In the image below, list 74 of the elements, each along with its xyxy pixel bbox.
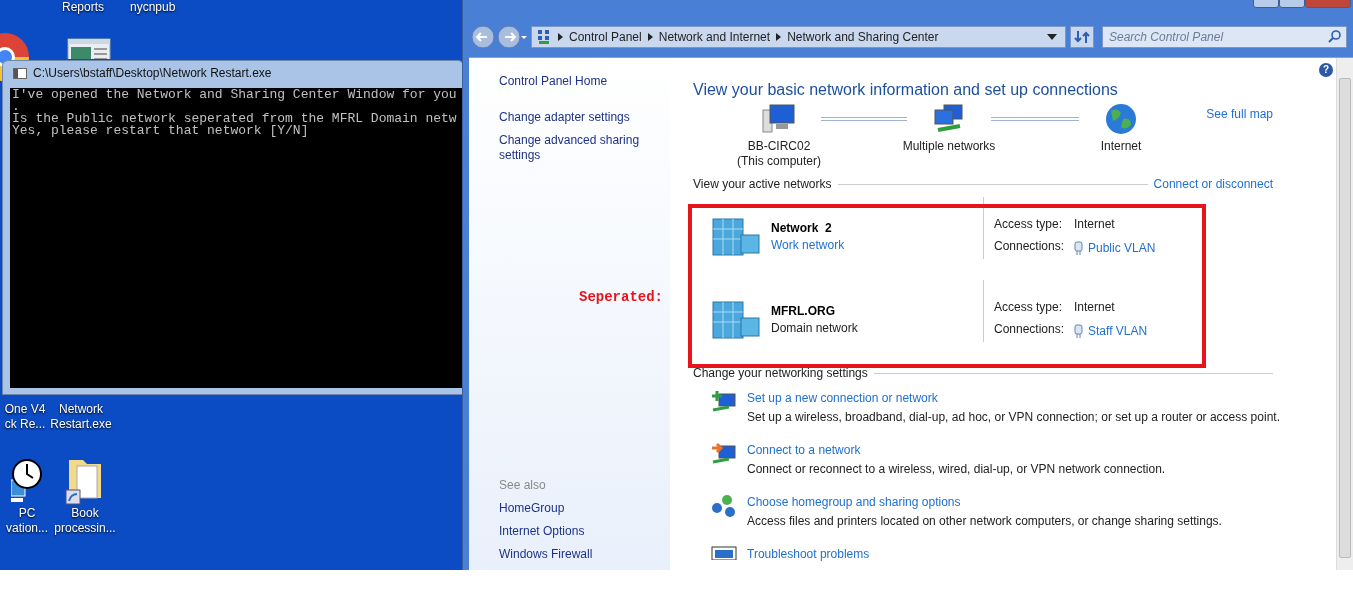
section-heading: View your active networks bbox=[693, 176, 832, 193]
console-line: Yes, please restart that network [Y/N] bbox=[12, 125, 310, 137]
network-name: MFRL.ORG bbox=[771, 303, 836, 319]
ethernet-plug-icon bbox=[1074, 241, 1083, 255]
desktop-icon-label[interactable]: One V4 ck Re... bbox=[4, 402, 46, 432]
network-name: Network 2 bbox=[771, 220, 833, 236]
see-also-heading: See also bbox=[499, 477, 547, 494]
ethernet-plug-icon bbox=[1074, 324, 1083, 338]
computer-icon[interactable] bbox=[762, 103, 796, 135]
globe-icon[interactable] bbox=[1105, 103, 1137, 135]
desktop-icon-label[interactable]: Network Restart.exe bbox=[50, 402, 112, 432]
troubleshoot-icon bbox=[711, 546, 737, 560]
field-value: Internet bbox=[1074, 299, 1116, 316]
connection-link[interactable]: Public VLAN bbox=[1088, 238, 1156, 258]
connection-link[interactable]: Staff VLAN bbox=[1088, 321, 1148, 341]
console-icon bbox=[13, 67, 27, 79]
search-icon[interactable] bbox=[1328, 30, 1341, 43]
console-line: Is the Public network seperated from the MFRL Domain netw bbox=[12, 113, 458, 125]
window-title: C:\Users\bstaff\Desktop\Network Restart.exe bbox=[33, 65, 272, 82]
page-heading: View your basic network information and set up connections bbox=[693, 80, 1119, 100]
map-node-label[interactable]: BB-CIRC02 bbox=[747, 139, 811, 154]
task-link[interactable]: Troubleshoot problems bbox=[747, 546, 870, 562]
console-line: I've opened the Network and Sharing Center Window for you bbox=[12, 89, 458, 101]
breadcrumb[interactable]: Network and Internet bbox=[658, 28, 771, 46]
network-computers-icon[interactable] bbox=[932, 103, 966, 135]
console-line: . bbox=[12, 101, 20, 113]
see-full-map-link[interactable]: See full map bbox=[1206, 105, 1273, 123]
map-node-label[interactable]: Internet bbox=[1100, 139, 1142, 154]
section-heading: Change your networking settings bbox=[693, 365, 868, 382]
new-connection-icon bbox=[711, 390, 737, 414]
control-panel-icon bbox=[536, 29, 552, 45]
network-type: Domain network bbox=[771, 320, 859, 337]
nav-link[interactable]: Change advanced sharing settings bbox=[499, 133, 670, 163]
nav-link[interactable]: HomeGroup bbox=[499, 501, 670, 516]
breadcrumb[interactable]: Network and Sharing Center bbox=[787, 28, 939, 46]
desktop-icon-label[interactable]: Book processin... bbox=[54, 506, 116, 536]
nav-link[interactable]: Internet Options bbox=[499, 524, 670, 539]
annotation-label: Seperated: bbox=[579, 288, 663, 307]
breadcrumb-arrow-icon bbox=[776, 33, 782, 41]
nav-link[interactable]: Change adapter settings bbox=[499, 110, 670, 125]
map-node-label[interactable]: Multiple networks bbox=[902, 139, 996, 154]
office-building-icon bbox=[711, 300, 761, 340]
nav-link[interactable]: Control Panel Home bbox=[499, 74, 670, 89]
field-value: Internet bbox=[1074, 216, 1116, 233]
desktop-icon-label[interactable]: Reports bbox=[62, 0, 105, 15]
scrollbar[interactable] bbox=[1336, 58, 1353, 570]
task-description: Connect or reconnect to a wireless, wired, dial-up, or VPN network connection. bbox=[747, 461, 1166, 477]
office-building-icon bbox=[711, 217, 761, 257]
window-icon[interactable] bbox=[67, 38, 111, 59]
task-description: Set up a wireless, broadband, dial-up, ad hoc, or VPN connection; or set up a router or access point. bbox=[747, 409, 1280, 425]
map-node-label: (This computer) bbox=[737, 154, 821, 169]
back-forward-buttons[interactable] bbox=[471, 25, 527, 49]
field-label: Access type: bbox=[994, 216, 1064, 233]
address-bar[interactable]: Control Panel Network and Internet Network and Sharing Center bbox=[531, 26, 1066, 48]
desktop-icon-label[interactable]: nycnpub bbox=[130, 0, 176, 15]
task-link[interactable]: Choose homegroup and sharing options bbox=[747, 494, 1222, 510]
homegroup-icon bbox=[711, 494, 737, 518]
connect-network-icon bbox=[711, 442, 737, 466]
task-link[interactable]: Set up a new connection or network bbox=[747, 390, 1280, 406]
network-type-link[interactable]: Work network bbox=[771, 236, 983, 254]
field-label: Connections: bbox=[994, 321, 1066, 338]
help-button[interactable]: ? bbox=[1319, 63, 1333, 77]
desktop-icon-label[interactable]: PC vation... bbox=[6, 506, 48, 536]
field-label: Access type: bbox=[994, 299, 1064, 316]
nav-link[interactable]: Windows Firewall bbox=[499, 547, 670, 562]
field-label: Connections: bbox=[994, 238, 1066, 255]
task-description: Access files and printers located on other network computers, or change sharing settings. bbox=[747, 513, 1222, 529]
task-link[interactable]: Connect to a network bbox=[747, 442, 1166, 458]
search-field[interactable]: Search Control Panel bbox=[1102, 26, 1347, 48]
scrollbar-thumb[interactable] bbox=[1339, 78, 1351, 558]
connect-or-disconnect-link[interactable]: Connect or disconnect bbox=[1153, 175, 1273, 193]
breadcrumb[interactable]: Control Panel bbox=[569, 28, 642, 46]
breadcrumb-arrow-icon bbox=[558, 33, 563, 41]
breadcrumb-arrow-icon bbox=[647, 33, 653, 41]
